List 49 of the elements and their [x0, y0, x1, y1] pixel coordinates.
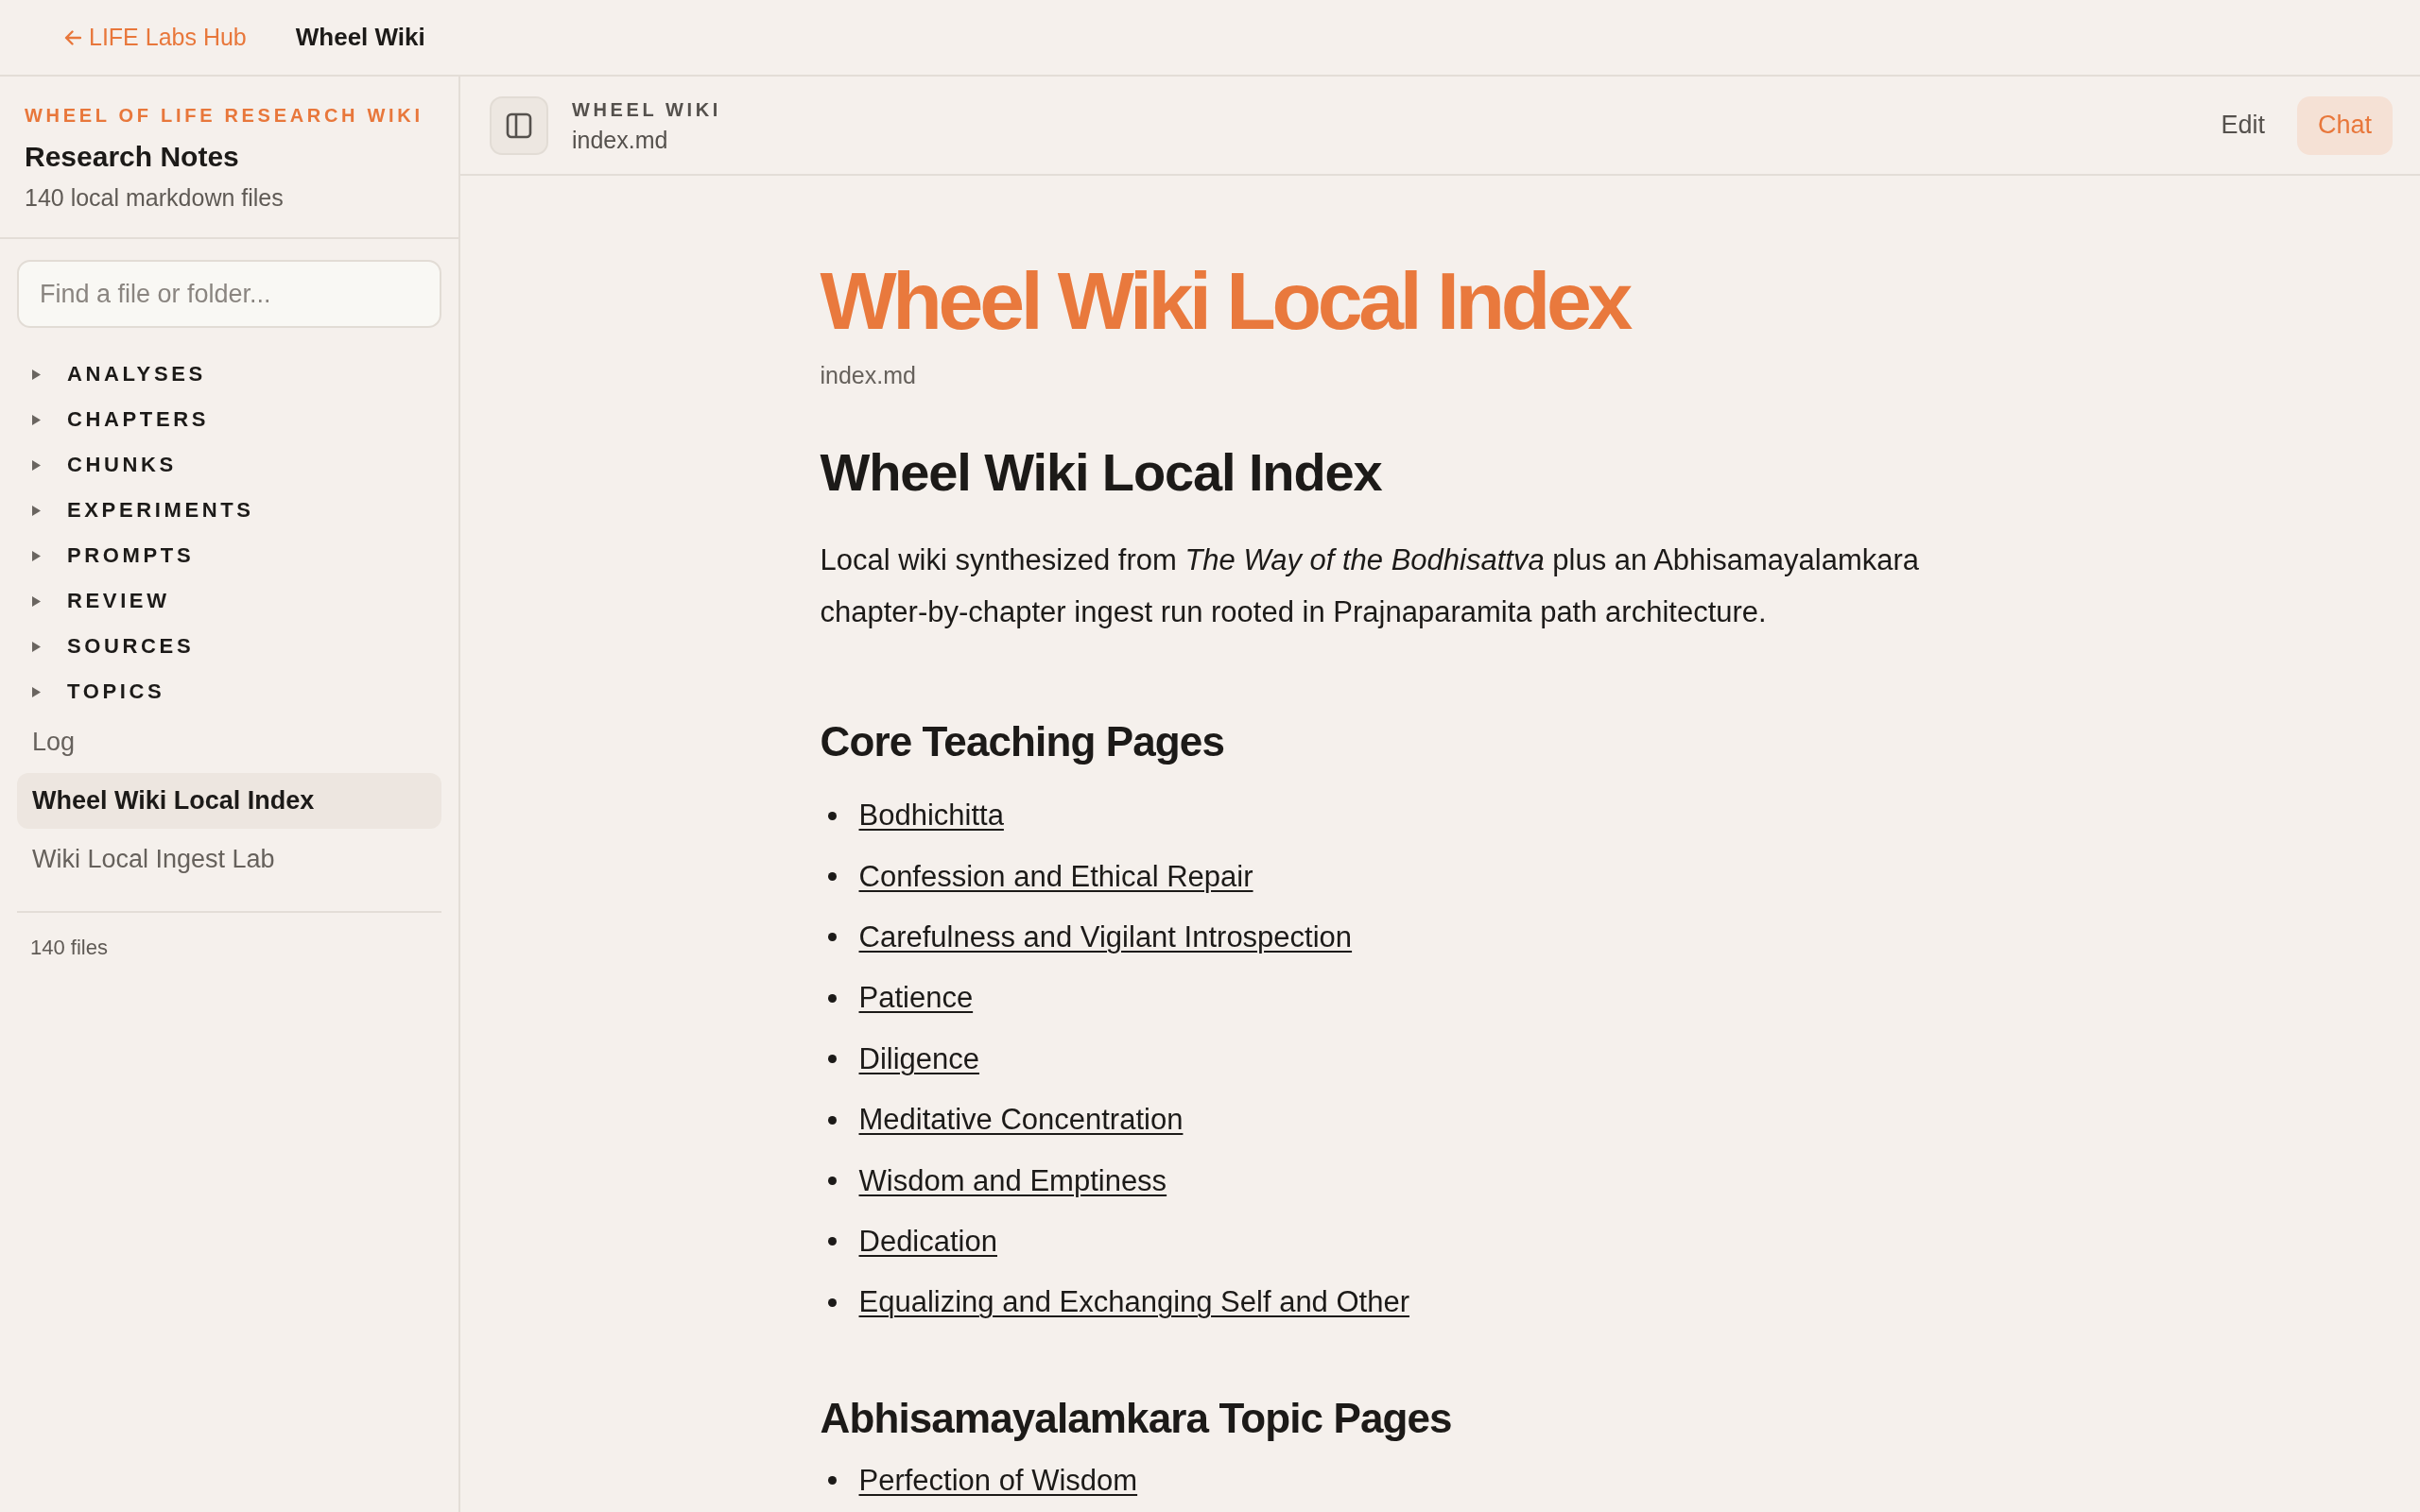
panel-icon [506, 112, 532, 139]
bullet-icon [827, 1177, 837, 1186]
file-name: index.md [572, 125, 669, 155]
page-link[interactable]: Diligence [858, 1040, 979, 1078]
search-field[interactable]: Find a file or folder... [17, 260, 441, 328]
page-link[interactable]: Bodhichitta [858, 797, 1004, 835]
folder-item[interactable]: PROMPTS [17, 533, 441, 578]
page-link[interactable]: Wisdom and Emptiness [858, 1161, 1167, 1200]
bullet-icon [827, 1297, 837, 1307]
section-heading: Core Teaching Pages [820, 717, 1225, 766]
page-link[interactable]: Perfection of Wisdom [858, 1461, 1138, 1500]
left-arrow-icon [64, 29, 81, 45]
folder-item[interactable]: REVIEW [17, 578, 441, 624]
file-count: 140 files [29, 935, 109, 961]
page-item[interactable]: Log [17, 714, 441, 770]
bullet-icon [827, 993, 837, 1003]
wiki-label: WHEEL OF LIFE RESEARCH WIKI [25, 104, 424, 128]
bullet-icon [827, 811, 837, 820]
page-link[interactable]: Meditative Concentration [858, 1101, 1184, 1140]
bullet-icon [827, 1476, 837, 1486]
section-label: WHEEL WIKI [572, 97, 721, 122]
folder-item[interactable]: SOURCES [17, 624, 441, 669]
folder-item[interactable]: ANALYSES [17, 352, 441, 397]
page-link[interactable]: Carefulness and Vigilant Introspection [858, 918, 1353, 956]
page-link[interactable]: Confession and Ethical Repair [858, 857, 1253, 896]
page-title: Wheel Wiki Local Index [820, 255, 1632, 346]
page-link[interactable]: Equalizing and Exchanging Self and Other [858, 1283, 1409, 1322]
bullet-icon [827, 1237, 837, 1246]
mode-button[interactable]: Edit [2200, 95, 2286, 155]
bullet-icon [827, 1055, 837, 1064]
app-title: Wheel Wiki [295, 23, 425, 52]
file-path: index.md [820, 361, 917, 390]
page-item[interactable]: Wheel Wiki Local Index [17, 773, 441, 829]
file-summary: 140 local markdown files [25, 183, 285, 213]
bullet-icon [827, 933, 837, 942]
folder-item[interactable]: TOPICS [17, 669, 441, 714]
section-heading: Abhisamayalamkara Topic Pages [820, 1393, 1453, 1443]
folder-item[interactable]: CHUNKS [17, 442, 441, 488]
page-item[interactable]: Wiki Local Ingest Lab [17, 832, 441, 887]
bullet-icon [827, 1115, 837, 1125]
intro-paragraph: Local wiki synthesized from The Way of the Bodhisattva plus an Abhisamayalamkara chapter-by-chapter ingest run rooted in Prajnaparamita path architecture. [820, 542, 1920, 630]
folder-item[interactable]: CHAPTERS [17, 397, 441, 442]
document-heading: Wheel Wiki Local Index [820, 441, 1383, 504]
bullet-icon [827, 872, 837, 882]
page-link[interactable]: Dedication [858, 1222, 997, 1261]
sidebar-title: Research Notes [25, 140, 240, 174]
page-link[interactable]: Patience [858, 979, 974, 1018]
sidebar-toggle-button[interactable] [490, 95, 548, 155]
folder-item[interactable]: EXPERIMENTS [17, 488, 441, 533]
